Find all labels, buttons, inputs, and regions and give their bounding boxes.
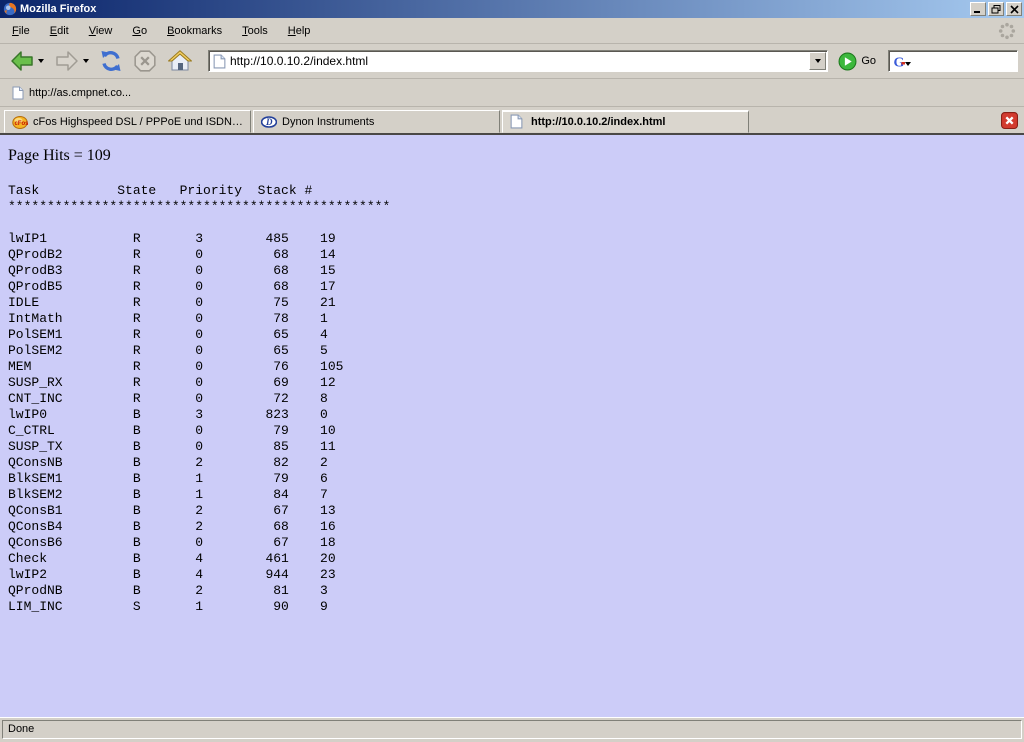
menu-bookmarks[interactable]: Bookmarks xyxy=(159,22,230,40)
bookmarks-toolbar: http://as.cmpnet.co... xyxy=(0,79,1024,107)
menubar-items: FileEditViewGoBookmarksToolsHelp xyxy=(4,22,322,40)
close-tab-button[interactable] xyxy=(1001,112,1018,129)
firefox-icon xyxy=(3,2,17,16)
dynon-icon: D xyxy=(261,114,277,130)
titlebar: Mozilla Firefox xyxy=(0,0,1024,18)
restore-button[interactable] xyxy=(988,2,1004,16)
reload-icon xyxy=(99,49,123,73)
back-icon xyxy=(9,49,35,73)
page-icon xyxy=(213,54,226,69)
status-text: Done xyxy=(2,720,1022,739)
url-dropdown-button[interactable] xyxy=(809,52,826,70)
close-button[interactable] xyxy=(1006,2,1022,16)
menu-tools[interactable]: Tools xyxy=(234,22,276,40)
close-tab-icon xyxy=(1001,112,1018,129)
reload-button[interactable] xyxy=(96,46,126,76)
google-icon[interactable]: G xyxy=(892,54,907,69)
home-button[interactable] xyxy=(164,46,196,76)
url-dropdown-icon xyxy=(815,59,821,63)
home-icon xyxy=(167,49,193,73)
menu-edit[interactable]: Edit xyxy=(42,22,77,40)
bookmark-item[interactable]: http://as.cmpnet.co... xyxy=(6,83,137,103)
window-controls xyxy=(970,2,1022,16)
window-title: Mozilla Firefox xyxy=(20,3,970,15)
firefox-window: Mozilla Firefox FileEditViewGoBookmarksT… xyxy=(0,0,1024,742)
menu-go[interactable]: Go xyxy=(124,22,155,40)
page-content: Page Hits = 109 Task State Priority Stac… xyxy=(0,135,1024,717)
navigation-toolbar: Go G xyxy=(0,44,1024,79)
browser-tab-2[interactable]: D Dynon Instruments xyxy=(253,110,500,133)
search-box: G xyxy=(888,50,1018,72)
menu-view[interactable]: View xyxy=(81,22,121,40)
search-engine-dropdown-icon[interactable] xyxy=(905,62,911,66)
cfos-icon: cFos xyxy=(12,114,28,130)
menubar: FileEditViewGoBookmarksToolsHelp xyxy=(0,18,1024,44)
go-button[interactable]: Go xyxy=(838,52,876,71)
throbber-icon xyxy=(998,22,1016,40)
page-icon xyxy=(510,114,526,130)
tab-bar: cFos cFos Highspeed DSL / PPPoE und ISDN … xyxy=(0,107,1024,135)
tab-label: cFos Highspeed DSL / PPPoE und ISDN CAP.… xyxy=(33,116,243,128)
menu-help[interactable]: Help xyxy=(280,22,319,40)
back-dropdown-icon[interactable] xyxy=(38,59,44,63)
go-label: Go xyxy=(861,55,876,67)
browser-tab-1[interactable]: cFos cFos Highspeed DSL / PPPoE und ISDN … xyxy=(4,110,251,133)
svg-text:cFos: cFos xyxy=(15,121,29,127)
tab-label: Dynon Instruments xyxy=(282,116,374,128)
page-icon xyxy=(12,86,24,100)
minimize-button[interactable] xyxy=(970,2,986,16)
bookmark-label: http://as.cmpnet.co... xyxy=(29,87,131,99)
tab-label: http://10.0.10.2/index.html xyxy=(531,116,665,128)
search-input[interactable] xyxy=(913,53,1014,70)
menu-file[interactable]: File xyxy=(4,22,38,40)
tab-strip: cFos cFos Highspeed DSL / PPPoE und ISDN … xyxy=(4,110,751,133)
browser-tab-3-active[interactable]: http://10.0.10.2/index.html xyxy=(502,110,749,133)
stop-button[interactable] xyxy=(130,46,160,76)
forward-icon xyxy=(54,49,80,73)
task-table: Task State Priority Stack # ************… xyxy=(8,183,1016,615)
back-button[interactable] xyxy=(6,46,47,76)
page-hits: Page Hits = 109 xyxy=(8,147,1016,165)
svg-text:D: D xyxy=(265,117,273,127)
forward-dropdown-icon[interactable] xyxy=(83,59,89,63)
forward-button[interactable] xyxy=(51,46,92,76)
url-bar xyxy=(208,50,828,72)
stop-icon xyxy=(133,49,157,73)
url-input[interactable] xyxy=(226,54,809,68)
status-bar: Done xyxy=(0,717,1024,740)
go-icon xyxy=(838,52,857,71)
